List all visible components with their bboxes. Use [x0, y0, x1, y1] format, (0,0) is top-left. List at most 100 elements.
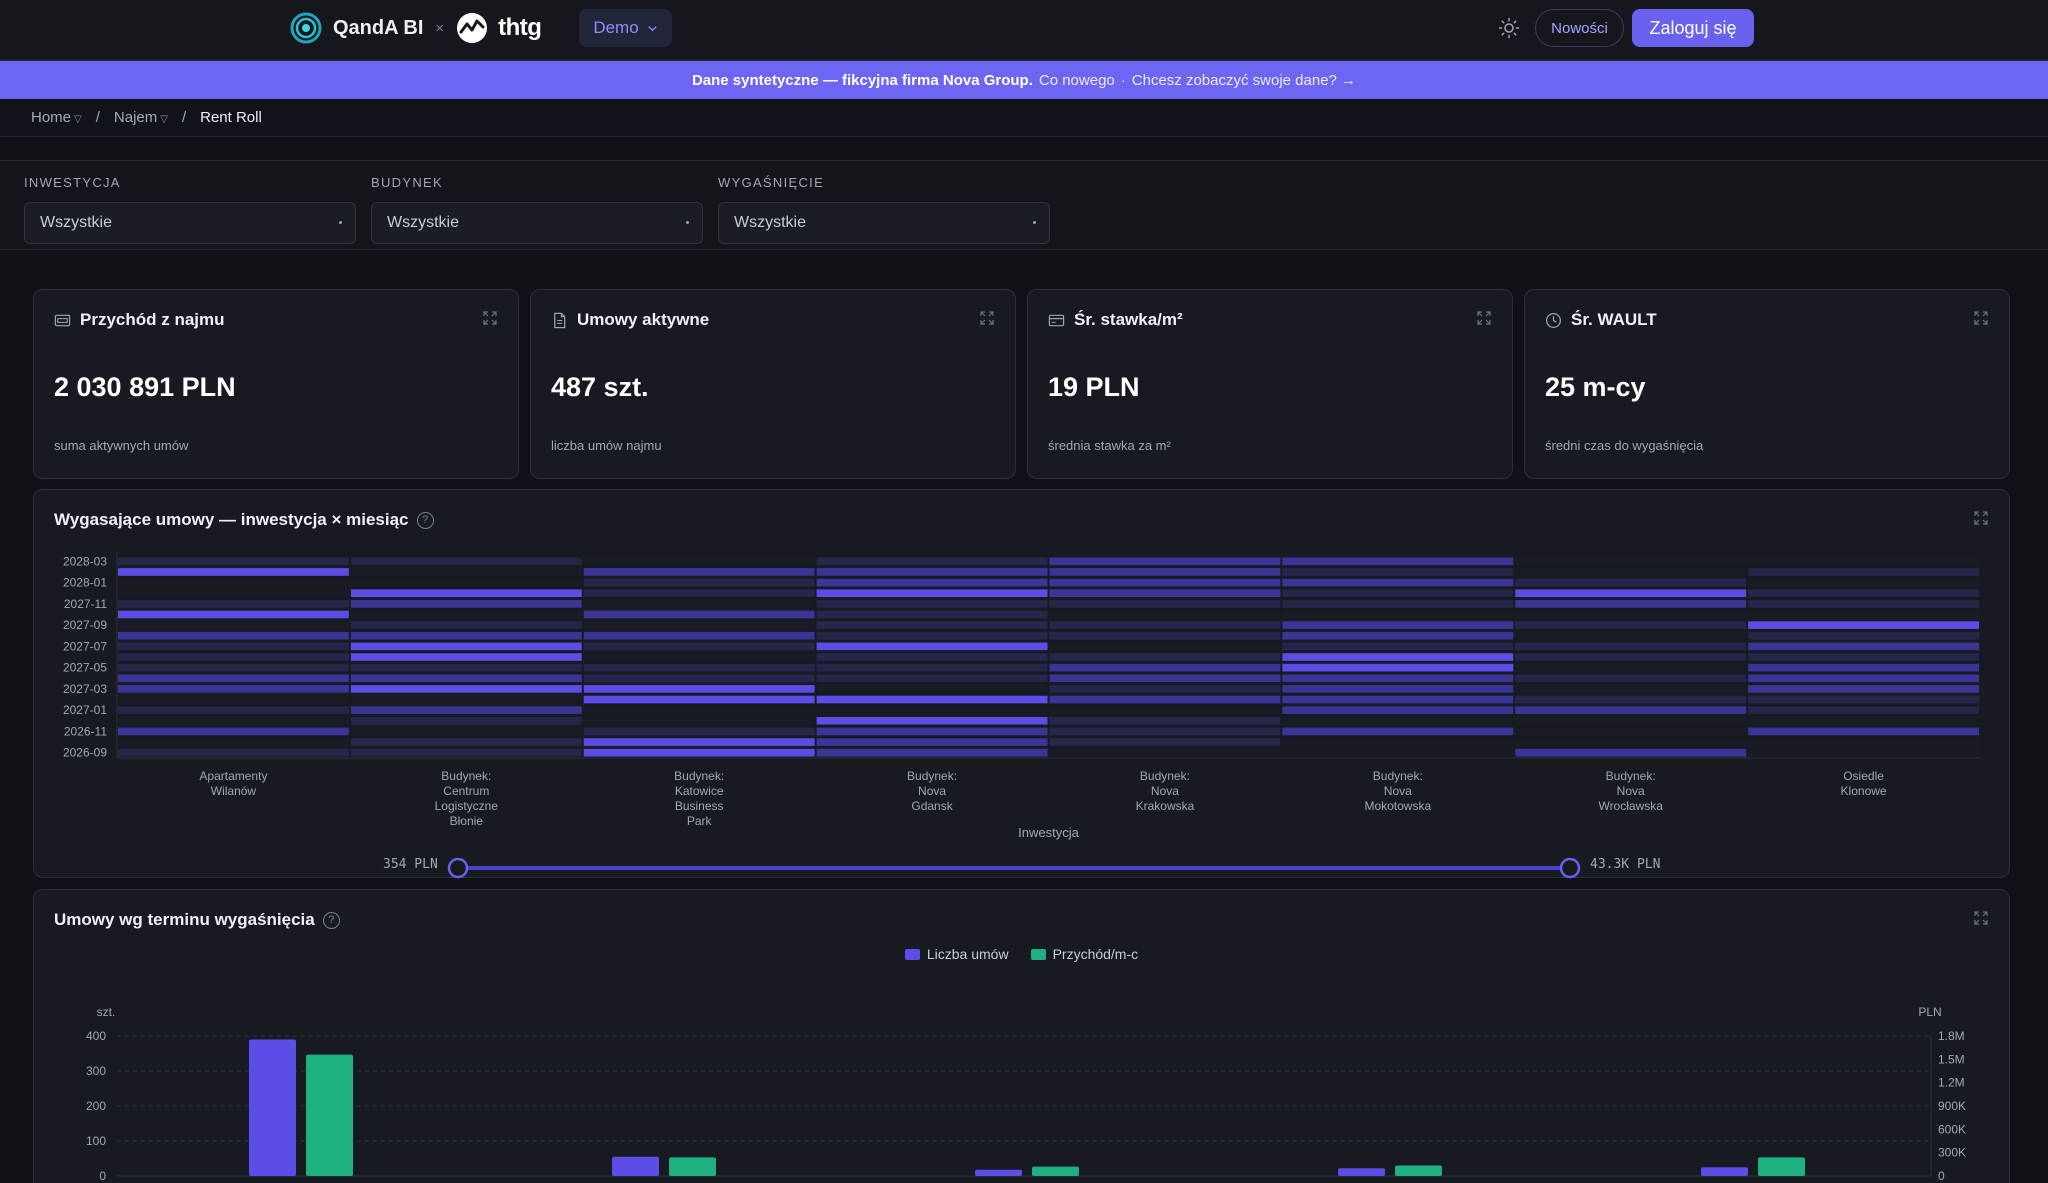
heatmap-cell[interactable]	[1282, 716, 1514, 725]
heatmap-cell[interactable]	[1049, 685, 1281, 693]
heatmap-cell[interactable]	[1748, 706, 1979, 714]
heatmap-cell[interactable]	[118, 674, 349, 683]
banner-link-own-data[interactable]: Chcesz zobaczyć swoje dane? →	[1132, 72, 1356, 89]
heatmap-cell[interactable]	[816, 578, 1048, 587]
expand-icon[interactable]	[482, 310, 498, 326]
bar-count[interactable]	[1338, 1168, 1385, 1176]
heatmap-cell[interactable]	[583, 600, 815, 608]
heatmap-cell[interactable]	[816, 589, 1048, 598]
heatmap-cell[interactable]	[1282, 642, 1514, 651]
heatmap-cell[interactable]	[1282, 695, 1514, 704]
heatmap-cell[interactable]	[350, 695, 582, 704]
heatmap-cell[interactable]	[583, 716, 815, 725]
heatmap-cell[interactable]	[1049, 610, 1281, 619]
heatmap-cell[interactable]	[816, 621, 1048, 629]
heatmap-cell[interactable]	[1282, 621, 1514, 629]
heatmap-cell[interactable]	[583, 568, 815, 576]
heatmap-cell[interactable]	[1282, 557, 1514, 566]
heatmap-cell[interactable]	[118, 578, 349, 587]
heatmap-cell[interactable]	[1748, 557, 1979, 566]
heatmap-cell[interactable]	[1049, 600, 1281, 608]
heatmap-cell[interactable]	[350, 727, 582, 736]
heatmap-cell[interactable]	[118, 716, 349, 725]
heatmap-cell[interactable]	[1748, 610, 1979, 619]
heatmap-cell[interactable]	[350, 568, 582, 576]
heatmap-cell[interactable]	[1282, 610, 1514, 619]
heatmap-cell[interactable]	[583, 727, 815, 736]
heatmap-cell[interactable]	[1049, 568, 1281, 576]
heatmap-cell[interactable]	[816, 600, 1048, 608]
heatmap-cell[interactable]	[1282, 674, 1514, 683]
heatmap-cell[interactable]	[1049, 578, 1281, 587]
heatmap-cell[interactable]	[1748, 653, 1979, 661]
bar-revenue[interactable]	[669, 1157, 716, 1176]
heatmap-cell[interactable]	[1748, 674, 1979, 683]
heatmap-cell[interactable]	[350, 716, 582, 725]
heatmap-cell[interactable]	[1282, 600, 1514, 608]
heatmap-cell[interactable]	[1282, 631, 1514, 640]
heatmap-cell[interactable]	[816, 738, 1048, 746]
bar-revenue[interactable]	[1758, 1157, 1805, 1176]
heatmap-cell[interactable]	[816, 557, 1048, 566]
heatmap-cell[interactable]	[118, 748, 349, 757]
heatmap-cell[interactable]	[1049, 642, 1281, 651]
heatmap-cell[interactable]	[1515, 738, 1747, 746]
expand-icon[interactable]	[1476, 310, 1492, 326]
heatmap-cell[interactable]	[118, 568, 349, 576]
heatmap-cell[interactable]	[816, 716, 1048, 725]
heatmap-cell[interactable]	[1049, 621, 1281, 629]
heatmap-cell[interactable]	[1049, 738, 1281, 746]
heatmap-cell[interactable]	[118, 663, 349, 672]
heatmap-cell[interactable]	[118, 557, 349, 566]
heatmap-cell[interactable]	[350, 642, 582, 651]
heatmap-cell[interactable]	[1515, 706, 1747, 714]
heatmap-cell[interactable]	[816, 610, 1048, 619]
heatmap-cell[interactable]	[1282, 663, 1514, 672]
heatmap-cell[interactable]	[1515, 674, 1747, 683]
heatmap-cell[interactable]	[350, 600, 582, 608]
heatmap-cell[interactable]	[350, 685, 582, 693]
heatmap-chart[interactable]: 2028-03 2028-01 2027-11 2027-09 2027-07 2027-…	[34, 490, 2011, 879]
heatmap-cell[interactable]	[583, 695, 815, 704]
heatmap-cell[interactable]	[583, 557, 815, 566]
heatmap-cell[interactable]	[118, 727, 349, 736]
heatmap-cell[interactable]	[1748, 748, 1979, 757]
heatmap-cell[interactable]	[350, 557, 582, 566]
heatmap-cell[interactable]	[118, 695, 349, 704]
heatmap-cell[interactable]	[1515, 748, 1747, 757]
heatmap-cell[interactable]	[1282, 727, 1514, 736]
heatmap-cell[interactable]	[1049, 631, 1281, 640]
heatmap-cell[interactable]	[1748, 738, 1979, 746]
filter-budynek-select[interactable]: Wszystkie	[371, 202, 703, 244]
heatmap-cell[interactable]	[816, 663, 1048, 672]
heatmap-cell[interactable]	[583, 748, 815, 757]
heatmap-cell[interactable]	[118, 631, 349, 640]
bar-revenue[interactable]	[1395, 1165, 1442, 1177]
heatmap-cell[interactable]	[1049, 716, 1281, 725]
heatmap-cell[interactable]	[816, 568, 1048, 576]
heatmap-cell[interactable]	[1515, 653, 1747, 661]
login-button[interactable]: Zaloguj się	[1632, 9, 1754, 47]
breadcrumb-najem[interactable]: Najem ▽	[114, 109, 168, 126]
heatmap-cell[interactable]	[816, 631, 1048, 640]
heatmap-cell[interactable]	[1748, 727, 1979, 736]
heatmap-cell[interactable]	[1282, 685, 1514, 693]
heatmap-cell[interactable]	[118, 610, 349, 619]
range-slider-handle-max[interactable]	[1559, 857, 1581, 879]
heatmap-cell[interactable]	[118, 600, 349, 608]
heatmap-cell[interactable]	[816, 674, 1048, 683]
heatmap-cell[interactable]	[1282, 568, 1514, 576]
bar-revenue[interactable]	[306, 1054, 353, 1176]
expand-icon[interactable]	[1973, 310, 1989, 326]
heatmap-cell[interactable]	[350, 738, 582, 746]
heatmap-cell[interactable]	[1049, 748, 1281, 757]
heatmap-cell[interactable]	[350, 748, 582, 757]
bar-count[interactable]	[1701, 1167, 1748, 1176]
filter-wygasniecie-select[interactable]: Wszystkie	[718, 202, 1050, 244]
bar-count[interactable]	[612, 1156, 659, 1176]
heatmap-cell[interactable]	[1049, 663, 1281, 672]
heatmap-cell[interactable]	[1282, 578, 1514, 587]
heatmap-cell[interactable]	[1515, 600, 1747, 608]
heatmap-cell[interactable]	[816, 727, 1048, 736]
brand-logo[interactable]: QandA BI × thtg	[289, 10, 542, 46]
